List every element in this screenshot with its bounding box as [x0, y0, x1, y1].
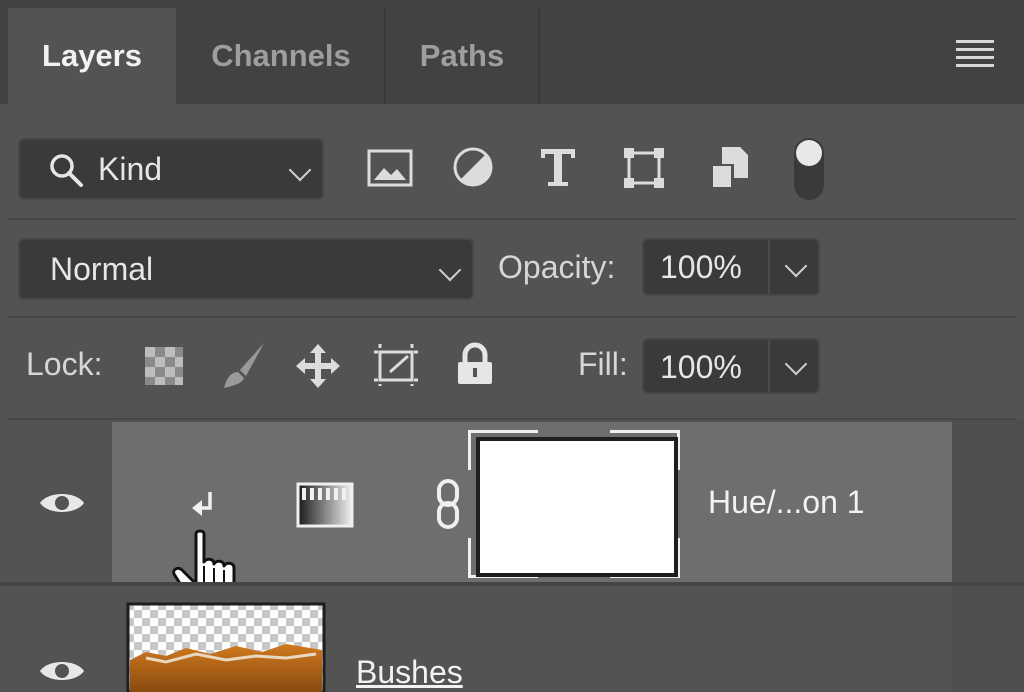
divider	[8, 218, 1016, 220]
blend-mode-value: Normal	[50, 251, 154, 287]
kind-filter-dropdown[interactable]: Kind	[18, 138, 324, 200]
gradient-map-adjustment-icon	[296, 482, 354, 528]
lock-all-icon[interactable]	[456, 342, 494, 386]
field-divider	[768, 240, 770, 294]
layer-thumbnail-bushes[interactable]	[126, 602, 326, 692]
fill-label: Fill:	[578, 346, 628, 382]
clipping-mask-arrow-icon	[192, 492, 212, 516]
chevron-down-icon[interactable]	[784, 352, 808, 376]
filter-toggle-switch[interactable]	[794, 138, 824, 200]
tab-layers[interactable]: Layers	[8, 8, 176, 104]
chevron-down-icon	[288, 158, 312, 182]
toggle-knob-icon	[796, 140, 822, 166]
link-chain-icon[interactable]	[434, 478, 464, 530]
smart-object-filter-icon[interactable]	[710, 144, 752, 190]
fill-field[interactable]: 100%	[642, 338, 820, 394]
chevron-down-icon[interactable]	[784, 254, 808, 278]
layer-mask-thumbnail[interactable]	[468, 430, 680, 578]
lock-label: Lock:	[26, 346, 103, 382]
field-divider	[768, 340, 770, 392]
image-filter-icon[interactable]	[366, 148, 414, 188]
visibility-eye-icon[interactable]	[38, 488, 86, 518]
visibility-eye-icon[interactable]	[38, 656, 86, 686]
divider	[8, 418, 1016, 420]
layer-name[interactable]: Bushes	[356, 654, 463, 691]
kind-filter-label: Kind	[98, 151, 163, 187]
search-icon	[50, 154, 83, 187]
lock-position-icon[interactable]	[294, 342, 342, 390]
type-filter-icon[interactable]	[538, 146, 578, 188]
panel-menu-icon[interactable]	[956, 40, 994, 68]
layer-name[interactable]: Hue/...on 1	[708, 484, 865, 521]
tab-divider	[538, 8, 540, 104]
layers-scroll-area	[952, 420, 1024, 692]
lock-artboard-icon[interactable]	[372, 342, 422, 388]
adjustment-filter-icon[interactable]	[452, 146, 494, 188]
tab-channels[interactable]: Channels	[178, 8, 384, 104]
tab-paths[interactable]: Paths	[386, 8, 538, 104]
opacity-field[interactable]: 100%	[642, 238, 820, 296]
lock-transparent-pixels-icon[interactable]	[144, 346, 184, 386]
fill-value[interactable]: 100%	[660, 349, 742, 386]
chevron-down-icon	[438, 258, 462, 282]
lock-image-pixels-icon[interactable]	[220, 340, 268, 392]
blend-mode-dropdown[interactable]: Normal	[18, 238, 474, 300]
visibility-column	[8, 422, 112, 692]
shape-filter-icon[interactable]	[622, 146, 666, 190]
divider	[8, 316, 1016, 318]
opacity-value[interactable]: 100%	[660, 249, 742, 286]
opacity-label: Opacity:	[498, 249, 616, 285]
